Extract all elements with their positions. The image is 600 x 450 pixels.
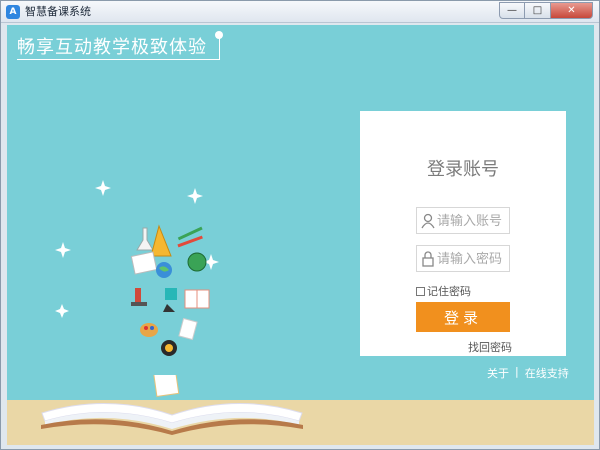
- user-icon: [421, 213, 435, 229]
- online-support-link[interactable]: 在线支持: [525, 365, 569, 381]
- app-window: A 智慧备课系统 — □ ✕ 畅享互动教学极致体验 登录账号 请输入账号 记住密…: [0, 0, 600, 450]
- login-title: 登录账号: [427, 159, 499, 180]
- account-input[interactable]: [437, 211, 509, 231]
- footer-separator: |: [515, 365, 519, 378]
- slogan-dot-icon: [215, 31, 223, 39]
- lock-icon: [422, 251, 434, 267]
- footer-links: 关于 | 在线支持: [487, 365, 569, 381]
- minimize-button[interactable]: —: [499, 2, 525, 19]
- title-bar[interactable]: A 智慧备课系统 — □ ✕: [1, 1, 599, 23]
- forgot-password-link[interactable]: 找回密码: [468, 339, 512, 355]
- globe-icon: [156, 262, 172, 278]
- remember-label: 记住密码: [427, 285, 471, 298]
- open-book-illustration: [41, 375, 303, 435]
- paper-icon: [178, 317, 198, 341]
- flying-card-icon: [152, 375, 180, 397]
- about-link[interactable]: 关于: [487, 365, 509, 381]
- open-book-icon: [184, 289, 210, 309]
- triangle-ruler-icon: [150, 224, 172, 257]
- world-globe-icon: [187, 252, 207, 272]
- slogan-underline: [17, 59, 219, 60]
- remember-checkbox[interactable]: [416, 286, 425, 296]
- school-items-illustration: [55, 180, 219, 356]
- notebook-icon: [130, 251, 158, 275]
- pencils-icon: [177, 226, 203, 248]
- close-button[interactable]: ✕: [551, 2, 593, 19]
- compass-icon: [161, 340, 177, 356]
- account-field[interactable]: [416, 207, 510, 234]
- microscope-icon: [131, 288, 147, 306]
- cone-icon: [163, 304, 175, 312]
- password-field[interactable]: [416, 245, 510, 272]
- palette-icon: [140, 323, 158, 337]
- remember-password[interactable]: 记住密码: [416, 283, 471, 299]
- window-controls: — □ ✕: [499, 2, 593, 20]
- maximize-button[interactable]: □: [525, 2, 551, 19]
- window-title: 智慧备课系统: [25, 5, 91, 18]
- slogan-text: 畅享互动教学极致体验: [17, 37, 207, 58]
- app-logo-icon: A: [6, 5, 20, 19]
- cube-icon: [165, 288, 177, 300]
- main-content: 畅享互动教学极致体验 登录账号 请输入账号 记住密码 登录 找回密码 关于 | …: [7, 25, 594, 445]
- password-input[interactable]: [437, 249, 509, 269]
- flask-icon: [136, 227, 154, 251]
- login-panel: 登录账号 记住密码 登录 找回密码: [360, 111, 566, 356]
- login-button[interactable]: 登录: [416, 302, 510, 332]
